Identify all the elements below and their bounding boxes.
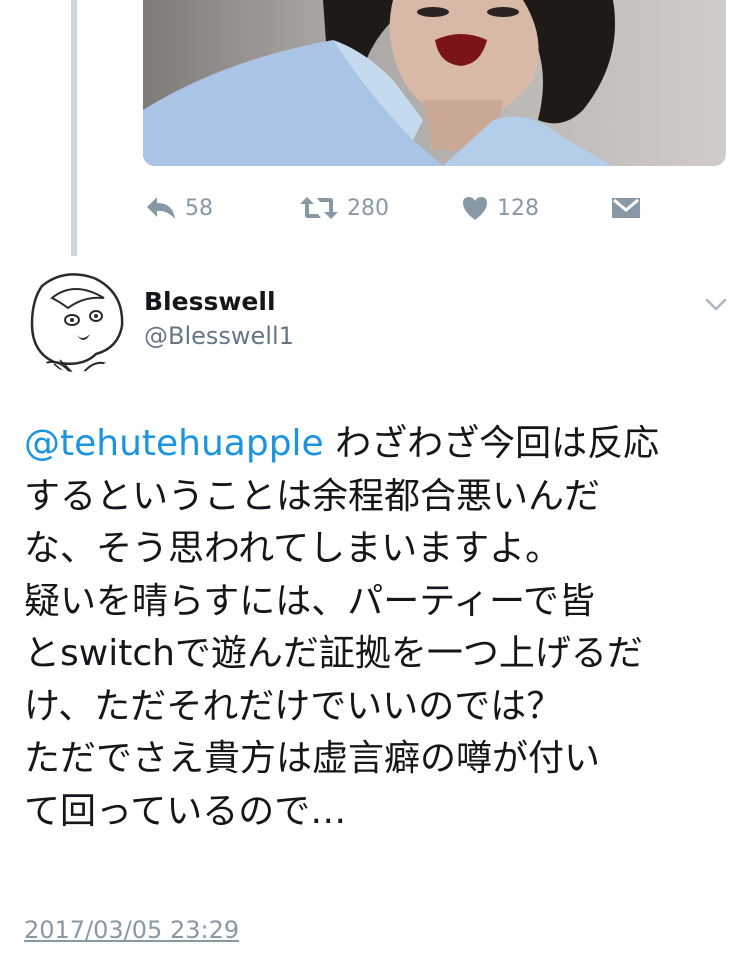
tweet-text-line: とswitchで遊んだ証拠を一つ上げるだ <box>24 633 643 674</box>
tweet-text: @tehutehuapple わざわざ今回は反応 するということは余程都合悪いん… <box>24 418 730 838</box>
reply-icon <box>147 197 175 219</box>
chevron-down-icon <box>705 298 727 311</box>
tweet-text-line: け、ただそれだけでいいのでは？ <box>24 685 563 727</box>
reply-count: 58 <box>185 195 213 221</box>
tweet-media-photo[interactable] <box>143 0 726 166</box>
photo-image <box>143 0 615 166</box>
heart-icon <box>463 197 487 220</box>
tweet-action-bar: 58 280 128 <box>0 190 750 226</box>
tweet-timestamp-link[interactable]: 2017/03/05 23:29 <box>24 916 239 944</box>
tweet-text-line: な、そう思われてしまいますよ。 <box>24 528 562 569</box>
retweet-count: 280 <box>347 195 389 221</box>
retweet-button[interactable]: 280 <box>299 190 389 226</box>
tweet-text-line: @tehutehuapple わざわざ今回は反応 <box>24 418 730 471</box>
author-handle[interactable]: @Blesswell1 <box>144 322 294 350</box>
retweet-icon <box>300 197 338 219</box>
envelope-icon <box>612 198 640 218</box>
mention-link[interactable]: @tehutehuapple <box>24 423 324 464</box>
tweet-text-segment: わざわざ今回は反応 <box>323 423 660 464</box>
avatar[interactable] <box>24 268 128 372</box>
avatar-drawing-image <box>24 268 128 372</box>
tweet-text-line: て回っているので… <box>24 790 347 832</box>
author-display-name[interactable]: Blesswell <box>144 287 276 316</box>
tweet-text-line: 疑いを晴らすには、パーティーで皆 <box>24 580 595 622</box>
tweet-menu-button[interactable] <box>704 292 728 316</box>
like-count: 128 <box>497 195 539 221</box>
reply-button[interactable]: 58 <box>145 190 213 226</box>
tweet-text-line: するということは余程都合悪いんだ <box>24 475 601 517</box>
direct-message-button[interactable] <box>611 190 641 226</box>
tweet-text-line: ただでさえ貴方は虚言癖の噂が付い <box>24 738 601 779</box>
like-button[interactable]: 128 <box>461 190 539 226</box>
